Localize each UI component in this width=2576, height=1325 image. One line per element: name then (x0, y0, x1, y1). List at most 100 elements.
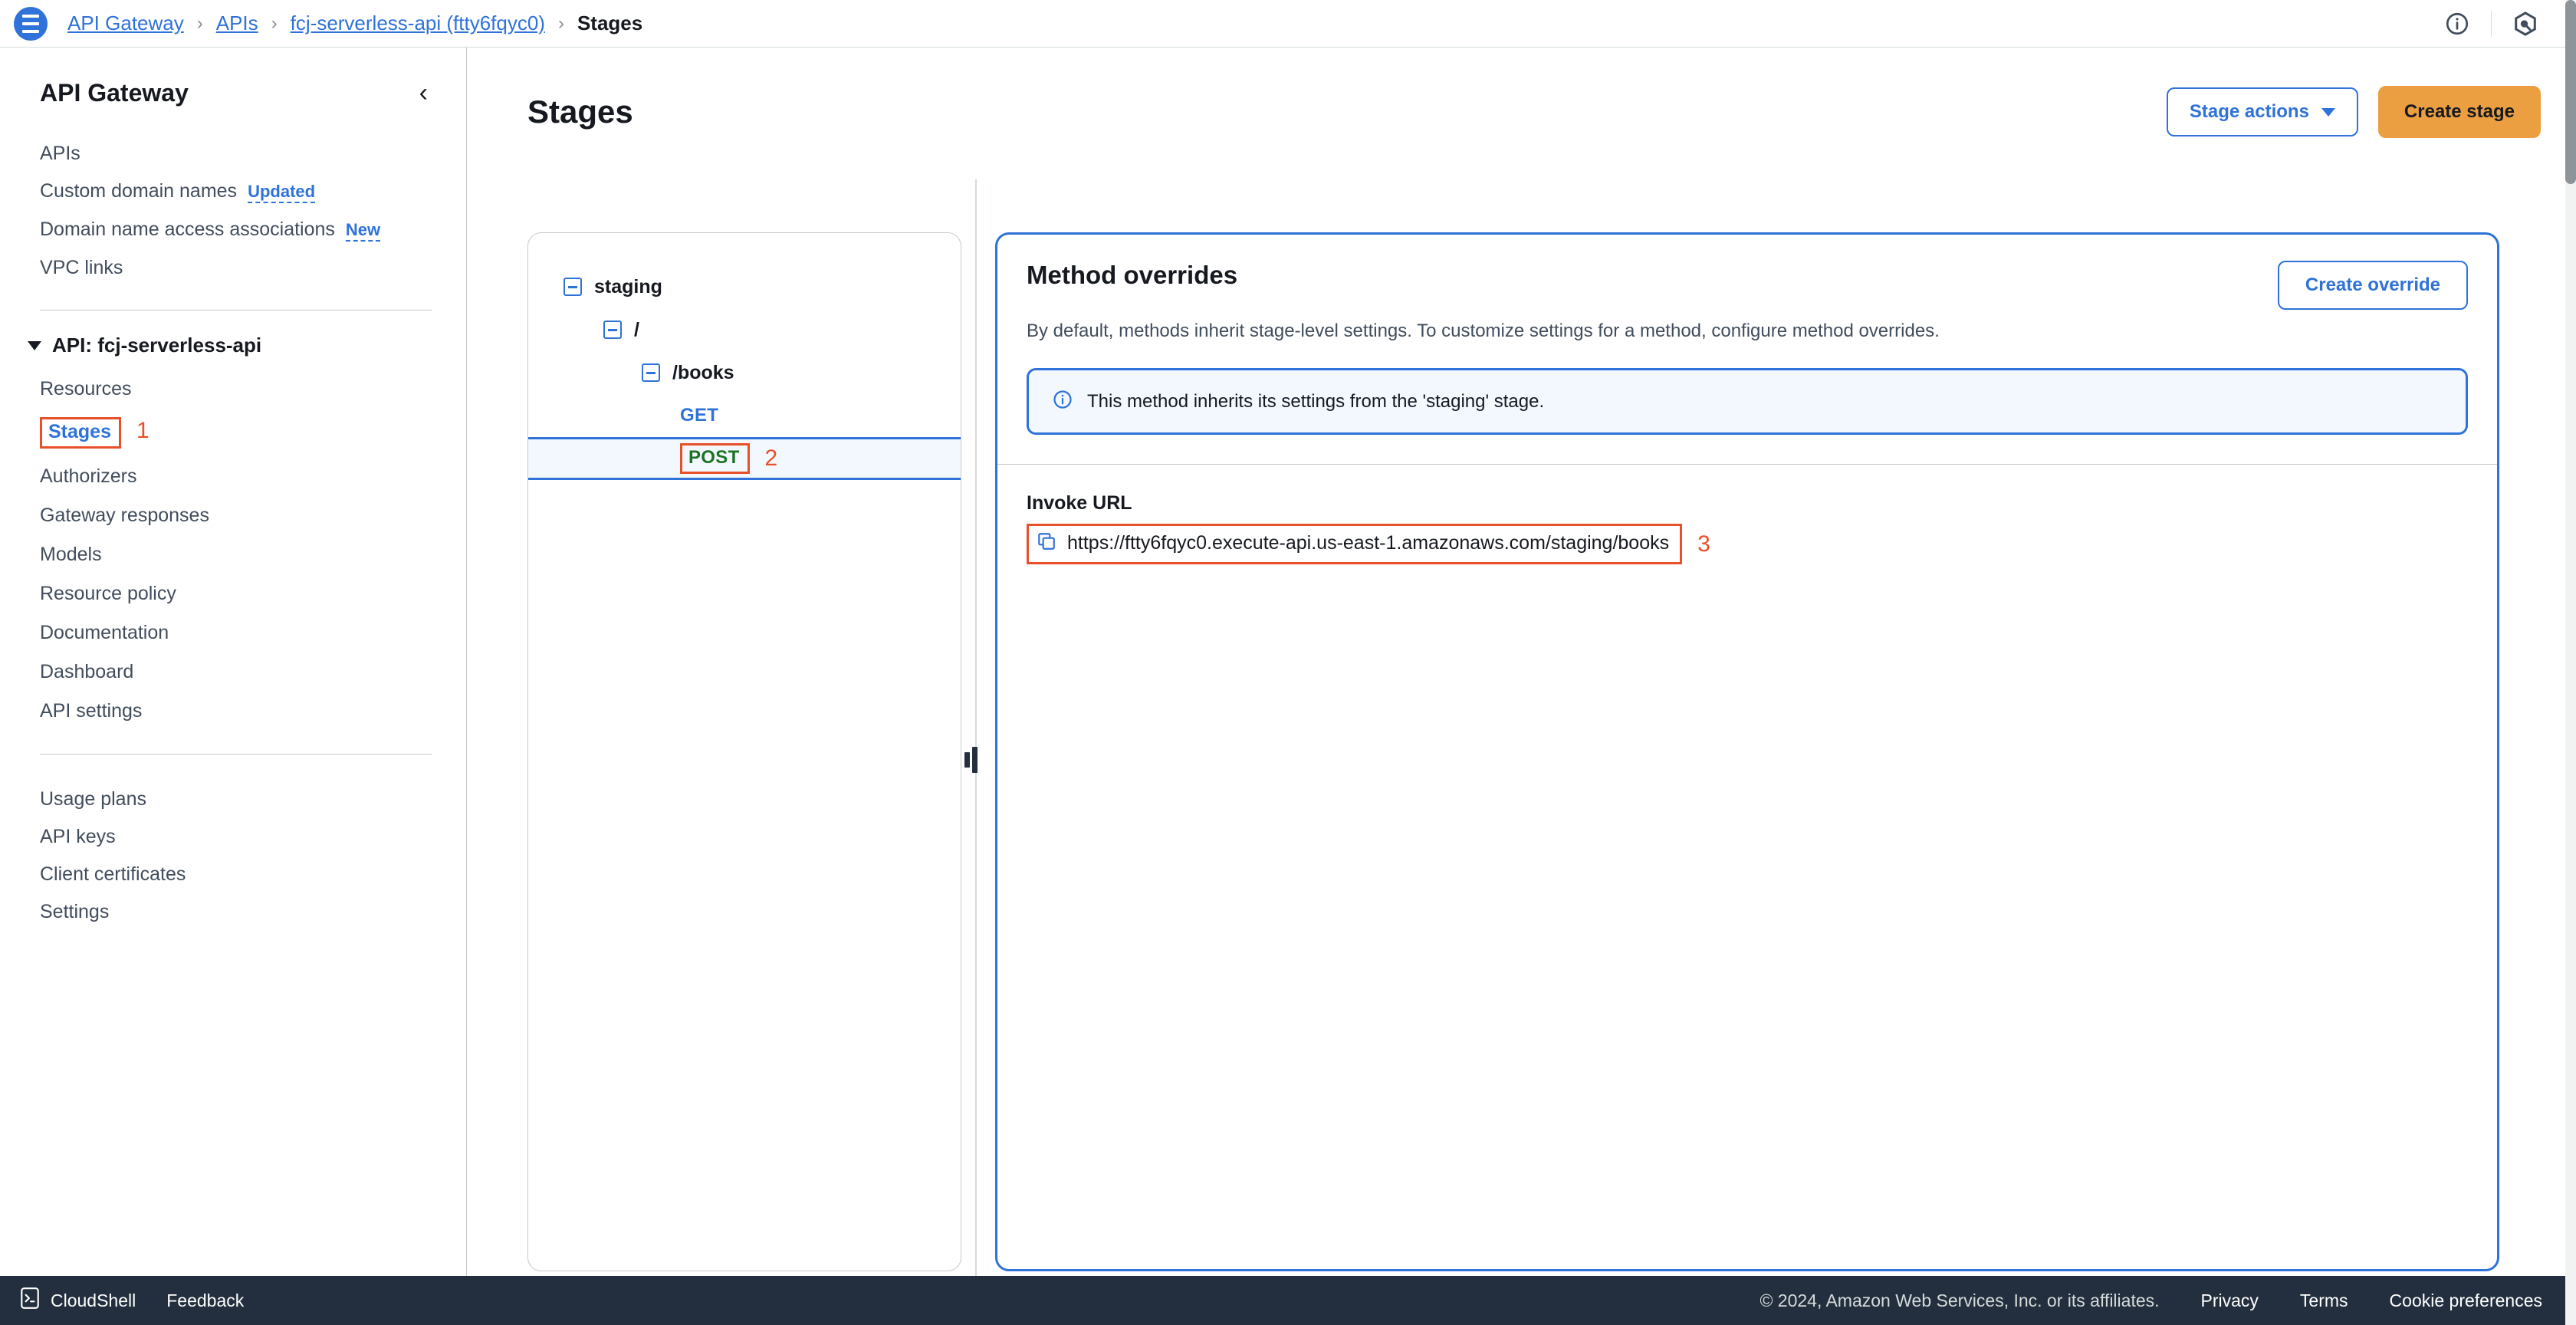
method-overrides-panel: Method overrides Create override By defa… (995, 232, 2499, 1271)
sidebar-item-label: Stages (40, 417, 121, 449)
info-circle-icon[interactable] (2436, 2, 2479, 45)
footer-bar: CloudShell Feedback © 2024, Amazon Web S… (0, 1276, 2576, 1325)
page-header-actions: Stage actions Create stage (2166, 86, 2541, 138)
toolbar-divider (2491, 10, 2492, 37)
sidebar-item-label: Documentation (40, 622, 169, 643)
breadcrumb-item-apis[interactable]: APIs (216, 12, 258, 35)
sidebar-group-api[interactable]: API: fcj-serverless-api (0, 311, 466, 362)
annotation-step-3: 3 (1697, 531, 1710, 557)
sidebar-top-list: APIs Custom domain names Updated Domain … (0, 135, 466, 287)
breadcrumb-item-stages: Stages (577, 12, 643, 35)
collapse-minus-icon[interactable] (642, 363, 660, 382)
tree-node-root[interactable]: / (528, 308, 961, 351)
breadcrumb-item-api-gateway[interactable]: API Gateway (67, 12, 184, 35)
sidebar-item-settings[interactable]: Settings (0, 893, 466, 931)
sidebar-item-client-certificates[interactable]: Client certificates (0, 856, 466, 893)
cloudshell-button[interactable]: CloudShell (20, 1287, 136, 1314)
sidebar-item-documentation[interactable]: Documentation (0, 613, 466, 653)
sidebar-item-label: Resource policy (40, 583, 176, 604)
sidebar-navigation: API Gateway ‹ APIs Custom domain names U… (0, 48, 467, 1276)
terms-link[interactable]: Terms (2300, 1290, 2348, 1311)
sidebar-item-label: VPC links (40, 257, 123, 278)
collapse-minus-icon[interactable] (603, 321, 622, 339)
sidebar-group-label: API: fcj-serverless-api (52, 334, 262, 357)
invoke-url-label: Invoke URL (1027, 492, 1132, 514)
sidebar-item-stages[interactable]: Stages 1 (0, 409, 466, 457)
sidebar-item-label: Client certificates (40, 863, 186, 885)
tree-node-staging[interactable]: staging (528, 265, 961, 308)
method-overrides-header: Method overrides Create override (997, 235, 2497, 310)
tree-method-label: POST (680, 443, 750, 474)
tree-node-method-post[interactable]: POST 2 (528, 437, 961, 480)
sidebar-item-label: Resources (40, 378, 132, 399)
sidebar-item-label: Gateway responses (40, 505, 209, 526)
stage-actions-label: Stage actions (2189, 101, 2309, 122)
breadcrumb-separator: › (196, 12, 203, 34)
sidebar-item-custom-domain-names[interactable]: Custom domain names Updated (0, 173, 466, 211)
privacy-link[interactable]: Privacy (2201, 1290, 2259, 1311)
top-bar-actions (2436, 2, 2576, 45)
grip-bar (964, 752, 970, 768)
feedback-link[interactable]: Feedback (166, 1290, 244, 1311)
tree-method-label: GET (680, 405, 719, 426)
annotation-step-2: 2 (764, 446, 778, 471)
tree-node-label: staging (594, 275, 662, 298)
sidebar-item-resource-policy[interactable]: Resource policy (0, 574, 466, 613)
create-override-button[interactable]: Create override (2277, 261, 2468, 310)
page-header: Stages Stage actions Create stage (468, 48, 2576, 138)
sidebar-item-api-settings[interactable]: API settings (0, 692, 466, 731)
sidebar-item-authorizers[interactable]: Authorizers (0, 457, 466, 496)
copy-icon[interactable] (1037, 531, 1056, 555)
tree-node-label: / (634, 318, 639, 340)
sidebar-item-gateway-responses[interactable]: Gateway responses (0, 496, 466, 535)
sidebar-item-vpc-links[interactable]: VPC links (0, 249, 466, 287)
chevron-left-icon[interactable]: ‹ (412, 77, 435, 109)
sidebar-item-usage-plans[interactable]: Usage plans (0, 781, 466, 818)
sidebar-divider (40, 754, 432, 755)
create-stage-label: Create stage (2404, 101, 2515, 122)
hamburger-menu-icon[interactable] (14, 6, 48, 41)
collapse-minus-icon[interactable] (564, 278, 582, 296)
invoke-url-row: https://ftty6fqyc0.execute-api.us-east-1… (1027, 524, 2468, 564)
sidebar-item-dashboard[interactable]: Dashboard (0, 653, 466, 692)
invoke-url-section: Invoke URL https://ftty6fqyc0.execute-ap… (997, 465, 2497, 564)
info-circle-icon (1052, 389, 1073, 414)
sidebar-item-label: Domain name access associations (40, 219, 335, 240)
create-override-label: Create override (2305, 275, 2440, 295)
sidebar-item-resources[interactable]: Resources (0, 370, 466, 409)
cloudshell-label: CloudShell (51, 1290, 136, 1310)
copyright-text: © 2024, Amazon Web Services, Inc. or its… (1760, 1290, 2160, 1310)
sidebar-item-apis[interactable]: APIs (0, 135, 466, 173)
sidebar-item-api-keys[interactable]: API keys (0, 818, 466, 856)
method-overrides-description: By default, methods inherit stage-level … (1027, 321, 1940, 341)
sidebar-item-label: Settings (40, 901, 110, 922)
sidebar-item-label: API keys (40, 826, 116, 847)
hexagon-settings-icon[interactable] (2504, 2, 2547, 45)
stage-actions-button[interactable]: Stage actions (2166, 87, 2358, 136)
create-stage-button[interactable]: Create stage (2377, 86, 2541, 138)
sidebar-title: API Gateway (40, 78, 189, 107)
tree-node-label: /books (672, 361, 734, 383)
sidebar-item-label: APIs (40, 143, 80, 164)
sidebar-item-domain-name-access-associations[interactable]: Domain name access associations New (0, 211, 466, 249)
sidebar-item-models[interactable]: Models (0, 535, 466, 574)
breadcrumb-item-api-name[interactable]: fcj-serverless-api (ftty6fqyc0) (291, 12, 545, 35)
splitter-drag-handle[interactable] (964, 747, 978, 773)
breadcrumb: API Gateway › APIs › fcj-serverless-api … (67, 12, 642, 35)
invoke-url-highlight-box: https://ftty6fqyc0.execute-api.us-east-1… (1027, 524, 1683, 564)
scrollbar-thumb[interactable] (2565, 0, 2576, 184)
hamburger-bar (22, 21, 39, 25)
sidebar-item-label: Dashboard (40, 661, 134, 682)
invoke-url-value[interactable]: https://ftty6fqyc0.execute-api.us-east-1… (1067, 532, 1669, 554)
cookie-preferences-link[interactable]: Cookie preferences (2390, 1290, 2542, 1311)
hamburger-bar (22, 14, 39, 18)
caret-down-icon (28, 340, 41, 350)
sidebar-api-sublist: Resources Stages 1 Authorizers Gateway r… (0, 370, 466, 731)
stages-panels: staging / /books GET POST 2 Method overr… (468, 179, 2576, 1276)
main-content: Stages Stage actions Create stage stagin… (468, 48, 2576, 1276)
status-badge-updated: Updated (248, 182, 316, 203)
page-scrollbar[interactable] (2565, 0, 2576, 1325)
panel-splitter[interactable] (964, 179, 986, 1276)
tree-node-method-get[interactable]: GET (528, 394, 961, 437)
tree-node-books[interactable]: /books (528, 351, 961, 394)
